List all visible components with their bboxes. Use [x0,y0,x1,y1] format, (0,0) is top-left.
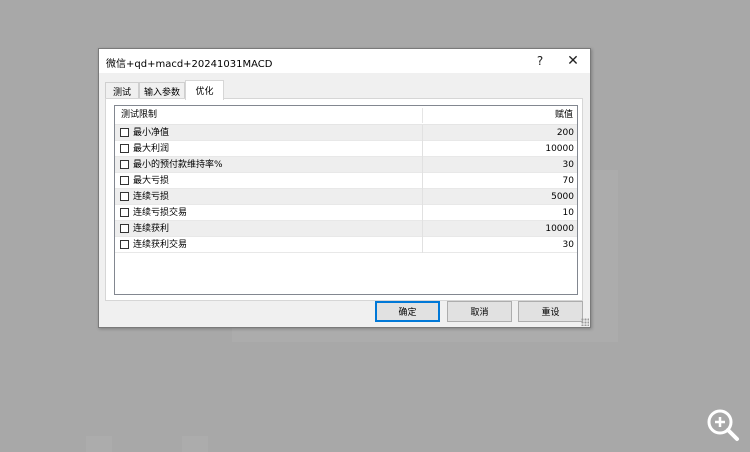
limit-value-cell[interactable]: 5000 [422,189,577,205]
limit-value-cell[interactable]: 30 [422,157,577,173]
limit-label: 最小净值 [133,128,170,138]
limit-checkbox[interactable] [120,208,129,217]
table-row[interactable]: 最小的预付款维持率% 30 [115,157,577,173]
help-button[interactable]: ? [529,52,551,70]
limit-checkbox[interactable] [120,128,129,137]
limit-checkbox[interactable] [120,176,129,185]
title-bar: 微信+qd+macd+20241031MACD ? ✕ [99,49,590,73]
limit-value-cell[interactable]: 10000 [422,141,577,157]
tab-testing[interactable]: 测试 [105,82,139,99]
zoom-in-icon[interactable] [705,407,741,443]
limit-value-cell[interactable]: 200 [422,125,577,141]
limit-name-cell: 连续获利交易 [115,237,422,253]
background-panel [86,436,112,452]
limit-value: 30 [562,240,574,250]
limit-value: 70 [562,176,574,186]
limit-value: 10000 [545,144,574,154]
limit-value: 10000 [545,224,574,234]
limit-value: 30 [562,160,574,170]
limit-label: 连续亏损 [133,192,170,202]
table-row[interactable]: 最大亏损 70 [115,173,577,189]
reset-button[interactable]: 重设 [518,301,583,322]
close-button[interactable]: ✕ [562,52,584,70]
background-panel [182,436,208,452]
column-divider [422,108,423,123]
ok-button[interactable]: 确定 [375,301,440,322]
limit-checkbox[interactable] [120,224,129,233]
limit-name-cell: 最小的预付款维持率% [115,157,422,173]
limit-value-cell[interactable]: 10000 [422,221,577,237]
limit-label: 连续获利 [133,224,170,234]
column-header-limit[interactable]: 测试限制 [121,106,157,125]
column-header-value[interactable]: 赋值 [555,106,573,125]
cancel-button[interactable]: 取消 [447,301,512,322]
limit-value: 200 [556,128,574,138]
dialog-title: 微信+qd+macd+20241031MACD [106,59,273,70]
table-row[interactable]: 最大利润 10000 [115,141,577,157]
limit-name-cell: 最大利润 [115,141,422,157]
limit-label: 最大利润 [133,144,170,154]
optimization-panel: 测试限制 赋值 最小净值 200 最大利润 10000 最小的预付款维持率% 3… [105,98,583,301]
limit-label: 连续获利交易 [133,240,188,250]
table-row[interactable]: 连续亏损交易 10 [115,205,577,221]
table-row[interactable]: 最小净值 200 [115,125,577,141]
limits-grid: 测试限制 赋值 最小净值 200 最大利润 10000 最小的预付款维持率% 3… [114,105,578,295]
limit-name-cell: 连续获利 [115,221,422,237]
optimization-dialog: 微信+qd+macd+20241031MACD ? ✕ 测试 输入参数 优化 测… [98,48,591,328]
limit-checkbox[interactable] [120,192,129,201]
table-row[interactable]: 连续亏损 5000 [115,189,577,205]
resize-grip[interactable] [581,318,589,326]
table-row[interactable]: 连续获利交易 30 [115,237,577,253]
limit-checkbox[interactable] [120,240,129,249]
table-row[interactable]: 连续获利 10000 [115,221,577,237]
limit-name-cell: 连续亏损 [115,189,422,205]
limit-value: 5000 [551,192,574,202]
tab-optimization[interactable]: 优化 [185,80,224,100]
limit-value-cell[interactable]: 10 [422,205,577,221]
limit-name-cell: 最大亏损 [115,173,422,189]
grid-header: 测试限制 赋值 [115,106,577,125]
limit-name-cell: 连续亏损交易 [115,205,422,221]
limit-value-cell[interactable]: 30 [422,237,577,253]
limit-value-cell[interactable]: 70 [422,173,577,189]
limit-name-cell: 最小净值 [115,125,422,141]
limit-label: 最小的预付款维持率% [133,160,223,170]
limit-label: 连续亏损交易 [133,208,188,218]
limit-label: 最大亏损 [133,176,170,186]
limit-checkbox[interactable] [120,144,129,153]
tab-input-parameters[interactable]: 输入参数 [139,82,185,99]
limit-checkbox[interactable] [120,160,129,169]
limit-value: 10 [562,208,574,218]
